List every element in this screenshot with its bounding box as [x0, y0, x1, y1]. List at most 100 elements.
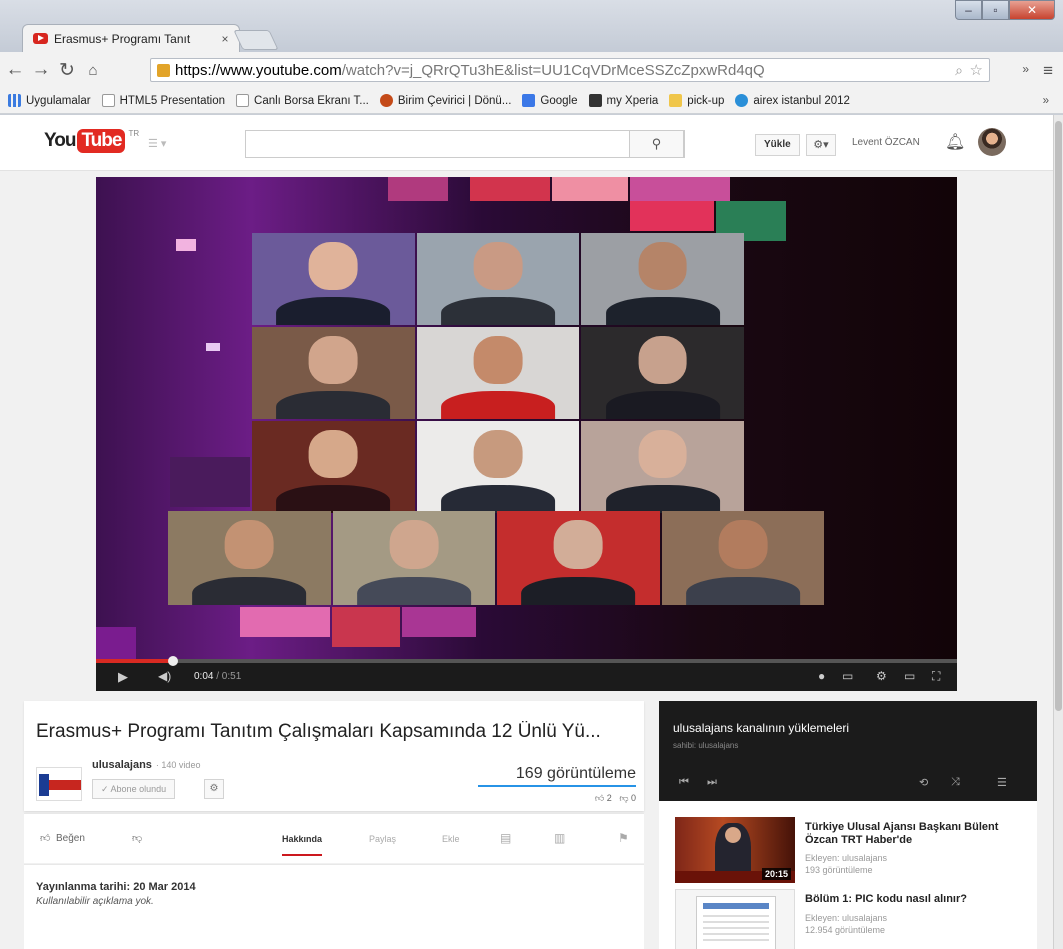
color-block [630, 201, 714, 231]
bookmark-birim[interactable]: Birim Çevirici | Dönü... [379, 94, 511, 107]
description-panel: Yayınlanma tarihi: 20 Mar 2014 Kullanıla… [24, 864, 644, 949]
annotations-icon[interactable]: ● [818, 669, 825, 683]
video-person-tile [252, 233, 415, 325]
home-icon[interactable]: ⌂ [82, 62, 104, 79]
user-name[interactable]: Levent ÖZCAN [852, 137, 920, 148]
page-scrollbar[interactable] [1053, 115, 1063, 949]
maximize-button[interactable]: ▫ [982, 0, 1009, 20]
related-video-item[interactable]: Bölüm 1: PIC kodu nasıl alınır? Ekleyen:… [675, 889, 1025, 949]
dislike-button[interactable]: 👎︎ [132, 832, 142, 844]
like-ratio-bar [478, 785, 636, 787]
bookmarks-more-icon[interactable]: » [1043, 95, 1049, 107]
video-person-tile [661, 511, 824, 605]
youtube-logo[interactable]: You Tube TR [44, 129, 139, 153]
like-dislike-counts: 👍︎ 2 👎︎ 0 [595, 793, 636, 804]
forward-icon[interactable]: → [30, 59, 52, 81]
related-video-uploader: Ekleyen: ulusalajans [805, 913, 888, 923]
video-person-tile [168, 511, 331, 605]
bookmark-google[interactable]: Google [522, 94, 578, 107]
dislike-count: 0 [630, 793, 636, 803]
captions-icon[interactable]: ▭ [842, 669, 853, 683]
video-person-tile [416, 421, 580, 513]
theater-mode-icon[interactable]: ▭ [904, 669, 915, 683]
url-path: /watch?v=j_QRrQTu3hE&list=UU1CqVDrMceSSZ… [341, 61, 765, 79]
next-icon[interactable]: ⏭ [707, 776, 717, 789]
add-to-playlist-icon[interactable]: ▤ [500, 831, 511, 845]
bookmark-html5[interactable]: HTML5 Presentation [101, 94, 225, 107]
search-button[interactable]: ⚲ [629, 130, 684, 158]
video-player[interactable]: ▶ ◀) 0:04 / 0:51 ● ▭ ⚙ ▭ ⛶ [96, 177, 957, 691]
browser-tab[interactable]: Erasmus+ Programı Tanıt × [22, 24, 240, 52]
guide-menu-icon[interactable]: ☰ ▾ [148, 137, 166, 150]
progress-bar[interactable] [96, 656, 957, 666]
search-input[interactable]: ⚲ [245, 130, 685, 158]
close-window-button[interactable]: ✕ [1009, 0, 1055, 20]
video-frame[interactable] [96, 177, 957, 659]
chrome-menu-icon[interactable]: ≡ [1043, 61, 1053, 81]
color-block [332, 607, 400, 647]
shuffle-icon[interactable]: ⤨ [951, 776, 960, 789]
video-person-tile [581, 327, 744, 419]
report-flag-icon[interactable]: ⚑ [618, 831, 629, 845]
avatar[interactable] [978, 128, 1006, 156]
bookmark-star-icon[interactable]: ☆ [970, 61, 983, 79]
bookmark-borsa[interactable]: Canlı Borsa Ekranı T... [236, 94, 369, 107]
fullscreen-icon[interactable]: ⛶ [932, 669, 940, 684]
subscription-settings-icon[interactable]: ⚙ [204, 779, 224, 799]
tab-close-icon[interactable]: × [217, 32, 233, 46]
loop-icon[interactable]: ⟲ [919, 776, 928, 789]
statistics-icon[interactable]: ▥ [554, 831, 565, 845]
extensions-chevron-icon[interactable]: » [1022, 62, 1029, 76]
playlist-owner: sahibi: ulusalajans [673, 741, 739, 750]
apps-grid-icon [8, 94, 21, 107]
back-icon[interactable]: ← [4, 59, 26, 81]
tab-embed[interactable]: Ekle [442, 834, 460, 844]
playlist-title[interactable]: ulusalajans kanalının yüklemeleri [673, 721, 849, 735]
reload-icon[interactable]: ↻ [56, 59, 78, 82]
minimize-button[interactable]: ‒ [955, 0, 982, 20]
subscribed-button[interactable]: ✓ Abone olundu [92, 779, 176, 799]
bookmark-label: Canlı Borsa Ekranı T... [254, 94, 369, 107]
channel-logo[interactable] [36, 767, 82, 801]
page-icon [101, 94, 115, 107]
bookmark-pickup[interactable]: pick-up [669, 94, 724, 107]
window-controls: ‒ ▫ ✕ [955, 0, 1055, 20]
upload-button[interactable]: Yükle [755, 134, 800, 156]
search-icon: ⚲ [651, 136, 662, 151]
related-video-title[interactable]: Türkiye Ulusal Ajansı Başkanı Bülent Özc… [805, 821, 1020, 847]
scrollbar-thumb[interactable] [1055, 121, 1062, 711]
scrubber-handle[interactable] [168, 656, 179, 666]
related-video-title[interactable]: Bölüm 1: PIC kodu nasıl alınır? [805, 893, 1020, 906]
duration: / 0:51 [216, 671, 242, 682]
time-display: 0:04 / 0:51 [194, 671, 241, 682]
new-tab-button[interactable] [233, 30, 279, 50]
browser-toolbar: ← → ↻ ⌂ https://www.youtube.com /watch?v… [0, 52, 1063, 88]
volume-icon[interactable]: ◀) [158, 669, 171, 683]
bookmark-label: pick-up [687, 94, 725, 107]
tab-share[interactable]: Paylaş [369, 834, 396, 844]
color-block [402, 607, 476, 637]
tab-about[interactable]: Hakkında [282, 834, 323, 856]
settings-gear-icon[interactable]: ⚙ [876, 669, 887, 683]
channel-name[interactable]: ulusalajans [92, 759, 152, 771]
logo-region: TR [128, 128, 140, 138]
color-block [96, 627, 136, 659]
playlist-menu-icon[interactable]: ☰ [997, 776, 1007, 789]
play-icon[interactable]: ▶ [118, 669, 128, 685]
video-person-tile [416, 233, 580, 325]
previous-icon[interactable]: ⏮ [679, 776, 689, 789]
video-thumbnail[interactable] [675, 889, 795, 949]
video-person-tile [252, 421, 415, 513]
masthead: You Tube TR ☰ ▾ ⚲ Yükle ⚙▾ Levent ÖZCAN … [0, 115, 1053, 171]
bookmark-apps[interactable]: Uygulamalar [8, 94, 91, 107]
related-video-item[interactable]: 20:15 Türkiye Ulusal Ajansı Başkanı Büle… [675, 817, 1025, 883]
bookmark-airex[interactable]: airex istanbul 2012 [735, 94, 850, 107]
video-thumbnail[interactable]: 20:15 [675, 817, 795, 883]
address-bar[interactable]: https://www.youtube.com /watch?v=j_QRrQT… [150, 58, 990, 82]
zoom-icon[interactable]: ⌕ [955, 62, 963, 79]
bookmark-label: Uygulamalar [26, 94, 91, 107]
bookmark-xperia[interactable]: my Xperia [588, 94, 658, 107]
like-button[interactable]: 👍︎ Beğen [40, 832, 85, 844]
notification-bell-icon[interactable]: 🔔︎ [945, 132, 965, 152]
settings-gear-icon[interactable]: ⚙▾ [806, 134, 836, 156]
